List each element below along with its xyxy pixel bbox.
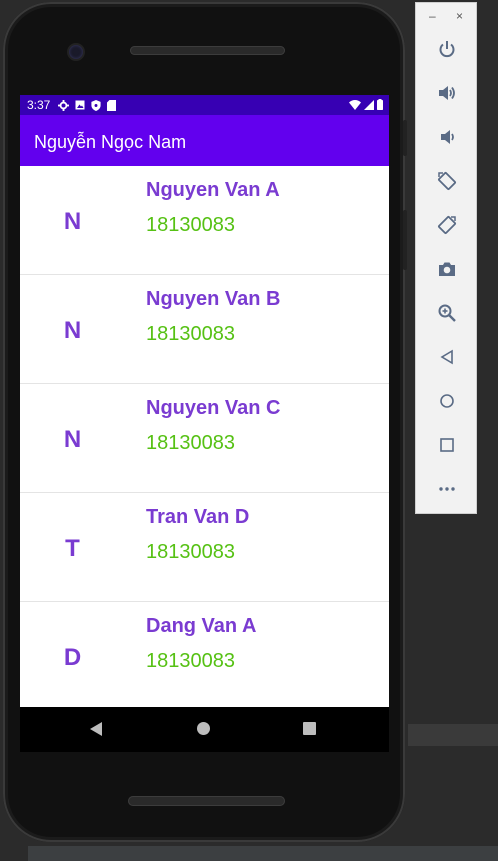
battery-icon: [377, 99, 383, 110]
item-code: 18130083: [146, 650, 235, 672]
close-button[interactable]: ×: [456, 10, 463, 22]
student-list[interactable]: N Nguyen Van A 18130083 N Nguyen Van B 1…: [20, 166, 389, 707]
front-camera-icon: [69, 45, 83, 59]
status-bar: 3:37: [20, 95, 389, 115]
item-code: 18130083: [146, 541, 235, 563]
settings-status-icon: [58, 99, 70, 111]
ide-background-strip: [408, 724, 498, 746]
item-code: 18130083: [146, 323, 235, 345]
nav-back-icon[interactable]: [90, 722, 102, 736]
item-name: Tran Van D: [146, 506, 250, 528]
item-name: Nguyen Van B: [146, 288, 281, 310]
volume-down-icon[interactable]: [434, 124, 460, 150]
nav-overview-icon[interactable]: [303, 722, 316, 735]
shield-status-icon: [91, 99, 101, 111]
signal-icon: [364, 99, 374, 110]
more-icon[interactable]: [434, 476, 460, 502]
item-initial: D: [63, 644, 82, 671]
volume-side-button: [403, 210, 407, 270]
item-initial: N: [63, 208, 82, 235]
item-code: 18130083: [146, 432, 235, 454]
zoom-icon[interactable]: [434, 300, 460, 326]
status-time: 3:37: [27, 98, 51, 112]
list-item[interactable]: N Nguyen Van B 18130083: [20, 275, 389, 384]
item-code: 18130083: [146, 214, 235, 236]
item-name: Nguyen Van C: [146, 397, 281, 419]
item-initial: T: [65, 535, 80, 562]
list-item[interactable]: N Nguyen Van C 18130083: [20, 384, 389, 493]
top-speaker: [130, 46, 285, 55]
item-initial: N: [63, 317, 82, 344]
rotate-right-icon[interactable]: [434, 212, 460, 238]
app-bar: Nguyễn Ngọc Nam: [20, 115, 389, 166]
app-title: Nguyễn Ngọc Nam: [34, 132, 187, 152]
list-item[interactable]: N Nguyen Van A 18130083: [20, 166, 389, 275]
overview-icon[interactable]: [434, 432, 460, 458]
item-name: Dang Van A: [146, 615, 257, 637]
list-item[interactable]: D Dang Van A 18130083: [20, 602, 389, 707]
emulator-toolbar: – ×: [415, 2, 477, 514]
wifi-icon: [349, 99, 361, 110]
back-icon[interactable]: [434, 344, 460, 370]
list-item[interactable]: T Tran Van D 18130083: [20, 493, 389, 602]
emulator-window: 3:37 Nguyễn Ngọc Nam N Nguyen Van A 1813…: [0, 0, 498, 861]
photo-status-icon: [75, 100, 85, 110]
item-name: Nguyen Van A: [146, 179, 280, 201]
nav-home-icon[interactable]: [197, 722, 210, 735]
bottom-speaker: [128, 796, 285, 806]
home-icon[interactable]: [434, 388, 460, 414]
camera-icon[interactable]: [434, 256, 460, 282]
rotate-left-icon[interactable]: [434, 168, 460, 194]
minimize-button[interactable]: –: [429, 10, 436, 22]
device-screen: 3:37 Nguyễn Ngọc Nam N Nguyen Van A 1813…: [20, 95, 389, 707]
power-icon[interactable]: [434, 36, 460, 62]
item-initial: N: [63, 426, 82, 453]
power-side-button: [403, 120, 407, 156]
ide-bottom-bar: [28, 846, 498, 861]
sd-card-status-icon: [107, 99, 117, 111]
navigation-bar: [20, 707, 389, 752]
volume-up-icon[interactable]: [434, 80, 460, 106]
